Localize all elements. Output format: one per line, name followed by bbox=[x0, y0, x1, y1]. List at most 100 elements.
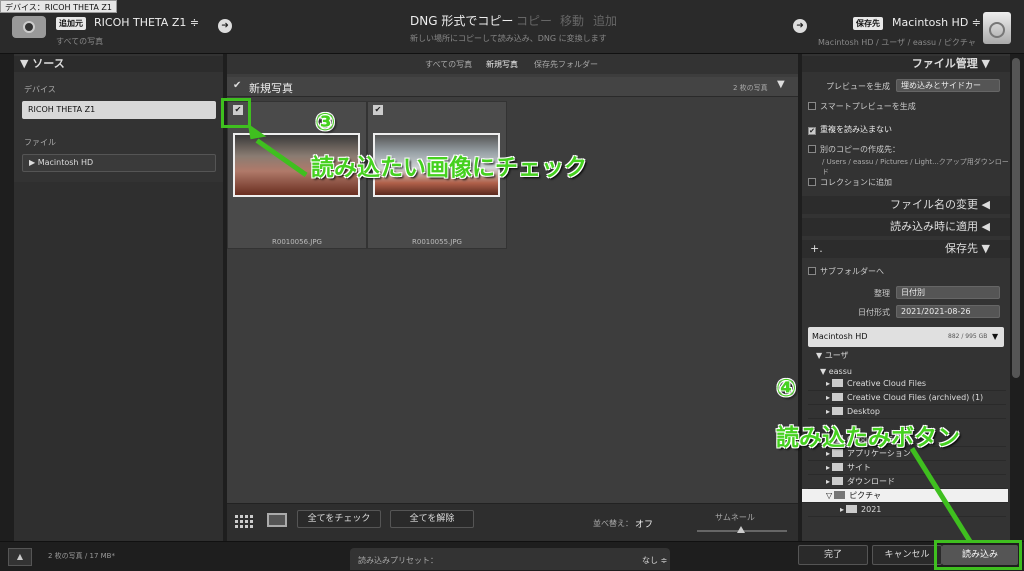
devices-label: デバイス bbox=[24, 85, 56, 94]
rename-title: ファイル名の変更 bbox=[890, 198, 979, 211]
device-item-ricoh[interactable]: RICOH THETA Z1 bbox=[22, 101, 216, 119]
arrow-right-icon: ➜ bbox=[793, 19, 807, 33]
folder-item[interactable]: ▸ Creative Cloud Files bbox=[808, 377, 1006, 391]
tree-user-root[interactable]: ▼ ユーザ bbox=[816, 350, 849, 361]
mode-description: 新しい場所にコピーして読み込み、DNG に変換します bbox=[410, 34, 607, 43]
preview-select[interactable]: 埋め込みとサイドカー bbox=[896, 79, 1000, 92]
dest-path: Macintosh HD / ユーザ / eassu / ピクチャ bbox=[818, 38, 976, 47]
folder-item[interactable]: ▸ サイト bbox=[808, 461, 1006, 475]
add-folder-icon[interactable]: +. bbox=[810, 240, 823, 258]
tree-user-eassu[interactable]: ▼ eassu bbox=[820, 367, 852, 376]
settings-panel: ファイル管理 ▼ プレビューを生成 埋め込みとサイドカー スマートプレビューを生… bbox=[776, 54, 1010, 544]
files-item-macintosh-hd[interactable]: ▶ Macintosh HD bbox=[22, 154, 216, 172]
folder-icon bbox=[832, 463, 844, 471]
bottom-bar: ▲ 2 枚の写真 / 17 MB* 読み込みプリセット： なし ≑ 完了 キャン… bbox=[0, 540, 1024, 571]
tab-dest-folders[interactable]: 保存先フォルダー bbox=[534, 59, 598, 70]
second-copy-path: / Users / eassu / Pictures / Light...クアッ… bbox=[822, 158, 1009, 176]
photo-filename: R0010056.JPG bbox=[272, 238, 322, 246]
folder-label: Creative Cloud Files (archived) (1) bbox=[847, 393, 984, 402]
import-preset-bar[interactable]: 読み込みプリセット： なし ≑ bbox=[350, 548, 670, 570]
preset-select[interactable]: なし ≑ bbox=[642, 555, 667, 566]
collection-label: コレクションに追加 bbox=[820, 178, 892, 187]
organize-select[interactable]: 日付別 bbox=[896, 286, 1000, 299]
smart-preview-option[interactable]: スマートプレビューを生成 bbox=[808, 101, 1004, 112]
mode-add[interactable]: 追加 bbox=[593, 12, 617, 29]
checkbox[interactable] bbox=[808, 267, 816, 275]
folder-item[interactable]: ▸ 2021 bbox=[808, 503, 1006, 517]
camera-icon bbox=[12, 16, 46, 38]
folder-icon bbox=[832, 477, 844, 485]
apply-during-import-header[interactable]: 読み込み時に適用 ◀ bbox=[802, 218, 1010, 236]
mode-dng-copy[interactable]: DNG 形式でコピー bbox=[410, 12, 513, 29]
cancel-button[interactable]: キャンセル bbox=[872, 545, 942, 565]
photo-filename: R0010055.JPG bbox=[412, 238, 462, 246]
checkmark-icon[interactable]: ✔ bbox=[233, 80, 241, 91]
dest-volume-select[interactable]: Macintosh HD ≑ bbox=[892, 16, 981, 29]
dont-import-duplicates-option[interactable]: ✔ 重複を読み込まない bbox=[808, 124, 1004, 135]
dest-badge: 保存先 bbox=[853, 17, 883, 30]
check-all-button[interactable]: 全てをチェック bbox=[297, 510, 381, 528]
loupe-view-icon[interactable] bbox=[267, 513, 287, 527]
photo-checkbox[interactable]: ✔ bbox=[373, 105, 383, 115]
add-to-collection-option[interactable]: コレクションに追加 bbox=[808, 177, 1004, 188]
mode-copy[interactable]: コピー bbox=[516, 12, 552, 29]
into-subfolder-option[interactable]: サブフォルダーへ bbox=[808, 266, 1004, 277]
volume-header[interactable]: Macintosh HD 882 / 995 GB ▼ bbox=[808, 327, 1004, 347]
folder-icon bbox=[846, 505, 858, 513]
chevron-down-icon[interactable]: ▼ bbox=[777, 79, 785, 90]
checkbox-highlight bbox=[221, 98, 251, 128]
right-scrollbar[interactable] bbox=[1012, 58, 1020, 378]
file-management-title: ファイル管理 bbox=[911, 57, 978, 70]
destination-header[interactable]: +. 保存先 ▼ bbox=[802, 240, 1010, 258]
rename-header[interactable]: ファイル名の変更 ◀ bbox=[802, 196, 1010, 214]
smart-preview-label: スマートプレビューを生成 bbox=[820, 102, 916, 111]
folder-item[interactable]: ▸ Creative Cloud Files (archived) (1) bbox=[808, 391, 1006, 405]
checkbox[interactable] bbox=[808, 178, 816, 186]
checkbox-checked[interactable]: ✔ bbox=[808, 127, 816, 135]
checkbox[interactable] bbox=[808, 145, 816, 153]
source-panel: ▼ ソース デバイス RICOH THETA Z1 ファイル ▶ Macinto… bbox=[14, 54, 223, 541]
tab-all-photos[interactable]: すべての写真 bbox=[425, 59, 472, 70]
folder-item[interactable]: ▸ Desktop bbox=[808, 405, 1006, 419]
folder-label: Creative Cloud Files bbox=[847, 379, 927, 388]
selection-summary: 2 枚の写真 / 17 MB* bbox=[48, 552, 115, 560]
mode-move[interactable]: 移動 bbox=[560, 12, 584, 29]
date-format-select[interactable]: 2021/2021-08-26 bbox=[896, 305, 1000, 318]
file-management-header[interactable]: ファイル管理 ▼ bbox=[802, 56, 1010, 72]
arrow-head-icon bbox=[247, 120, 267, 140]
checkbox[interactable] bbox=[808, 102, 816, 110]
annotation-check-text: 読み込たい画像にチェック bbox=[311, 155, 587, 181]
date-format-label: 日付形式 bbox=[858, 308, 890, 317]
folder-icon bbox=[832, 393, 844, 401]
folder-icon bbox=[832, 407, 844, 415]
expand-up-icon[interactable]: ▲ bbox=[8, 548, 32, 566]
import-button-highlight bbox=[934, 540, 1022, 570]
source-device-select[interactable]: RICOH THETA Z1 ≑ bbox=[94, 16, 199, 29]
folder-item-selected[interactable]: ▽ ピクチャ bbox=[802, 489, 1008, 503]
folder-label: ダウンロード bbox=[847, 477, 896, 486]
source-panel-body bbox=[14, 182, 223, 541]
duplicates-label: 重複を読み込まない bbox=[820, 125, 892, 134]
source-panel-title[interactable]: ▼ ソース bbox=[14, 56, 223, 72]
folder-icon bbox=[832, 379, 844, 387]
photo-grid-area: すべての写真 新規写真 保存先フォルダー ✔ 新規写真 2 枚の写真 ▼ ✔ R… bbox=[221, 54, 798, 541]
grid-view-icon[interactable] bbox=[235, 514, 255, 528]
second-copy-option[interactable]: 別のコピーの作成先： bbox=[808, 144, 1004, 155]
top-bar: 追加元 RICOH THETA Z1 ≑ すべての写真 ➜ DNG 形式でコピー… bbox=[0, 0, 1024, 54]
view-tabs: すべての写真 新規写真 保存先フォルダー bbox=[227, 54, 798, 74]
folder-label: サイト bbox=[847, 463, 872, 472]
source-badge: 追加元 bbox=[56, 17, 86, 30]
volume-name: Macintosh HD bbox=[812, 332, 868, 341]
annotation-import-text: 読み込たみボタン bbox=[776, 425, 960, 451]
files-label: ファイル bbox=[24, 138, 56, 147]
preset-label: 読み込みプリセット： bbox=[358, 556, 438, 565]
done-button[interactable]: 完了 bbox=[798, 545, 868, 565]
folder-item[interactable]: ▸ ダウンロード bbox=[808, 475, 1006, 489]
tab-new-photos[interactable]: 新規写真 bbox=[486, 59, 518, 70]
sort-select[interactable]: オフ bbox=[635, 517, 653, 530]
organize-label: 整理 bbox=[874, 289, 890, 298]
apply-title: 読み込み時に適用 bbox=[890, 220, 979, 233]
folder-label: Desktop bbox=[847, 407, 881, 416]
uncheck-all-button[interactable]: 全てを解除 bbox=[390, 510, 474, 528]
thumbnail-size-slider[interactable] bbox=[697, 526, 787, 533]
